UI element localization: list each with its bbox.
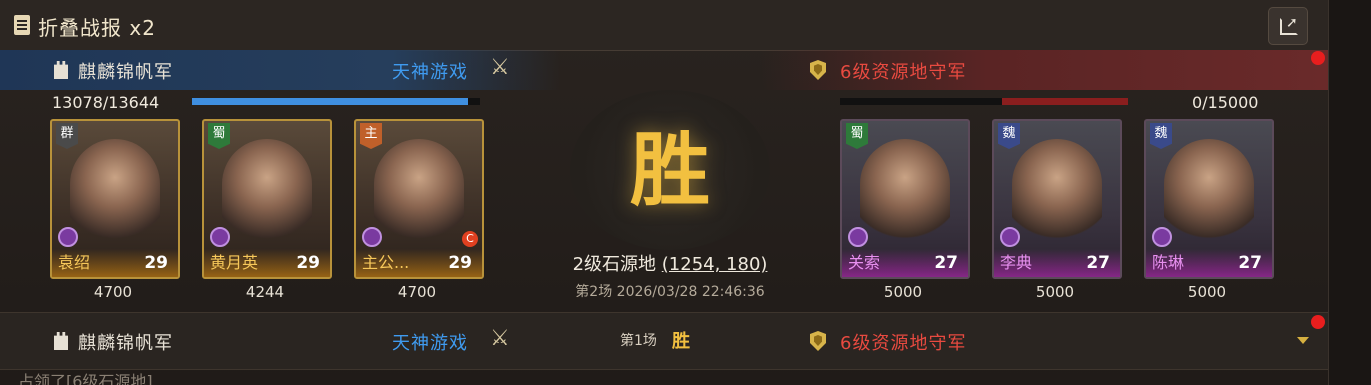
battle-report-2[interactable]: 麒麟锦帆军 天神游戏 ⚔ 第1场 胜 6级资源地守军 [0, 312, 1328, 370]
hero-portrait [374, 139, 464, 249]
hero-level: 27 [1086, 253, 1110, 273]
defender-army-name: 6级资源地守军 [840, 333, 967, 354]
attacker-troop-bar [192, 98, 480, 105]
hero-card-attacker-1[interactable]: 群 袁绍 29 [50, 119, 180, 279]
hero-name: 李典 [1000, 253, 1033, 272]
battle-result: 胜 [630, 123, 710, 217]
battle-report-panel: 折叠战报 x2 ➚ 麒麟锦帆军 天神游戏 ⚔ 6级资源地守军 13078/136… [0, 0, 1329, 385]
skill-icon [58, 227, 78, 247]
faction-badge: 蜀 [208, 123, 230, 149]
battle-datetime: 2026/03/28 22:46:36 [616, 284, 765, 300]
attacker-player-name[interactable]: 天神游戏 [392, 329, 468, 355]
attacker-troop-bar-fill [192, 98, 469, 105]
shield-icon [810, 331, 826, 351]
castle-icon [54, 332, 68, 350]
hero-troops: 5000 [1187, 283, 1227, 301]
match-info: 第2场 2026/03/28 22:46:36 [520, 281, 820, 301]
hero-portrait [70, 139, 160, 249]
report-list-icon [14, 15, 30, 35]
attacker-army-name: 麒麟锦帆军 [78, 62, 173, 83]
battle-result: 胜 [672, 331, 690, 352]
hero-card-defender-2[interactable]: 魏 李典 27 [992, 119, 1122, 279]
defender-army-name: 6级资源地守军 [840, 62, 967, 83]
faction-badge: 群 [56, 123, 78, 149]
defender-troop-bar [840, 98, 1128, 105]
match-label: 第2场 [575, 284, 613, 300]
defender-troop-bar-loss [1002, 98, 1128, 105]
hero-name: 关索 [848, 253, 881, 272]
attacker-troops: 13078/13644 [52, 93, 160, 112]
faction-badge: 主 [360, 123, 382, 149]
location-coords-link[interactable]: (1254, 180) [662, 254, 768, 275]
skill-icon [210, 227, 230, 247]
skill-icon [848, 227, 868, 247]
report-title: 折叠战报 x2 [38, 16, 156, 40]
hero-level: 27 [934, 253, 958, 273]
match-label: 第1场 [620, 333, 657, 349]
crossed-swords-icon: ⚔ [490, 55, 510, 80]
defender-troops: 0/15000 [1192, 93, 1259, 112]
hero-card-defender-1[interactable]: 蜀 关索 27 [840, 119, 970, 279]
location-name: 2级石源地 [572, 254, 657, 275]
next-report-peek: 占领了[6级石源地] [18, 372, 153, 385]
hero-troops: 5000 [883, 283, 923, 301]
hero-name: 袁绍 [58, 253, 91, 272]
battle-report-1[interactable]: 麒麟锦帆军 天神游戏 ⚔ 6级资源地守军 13078/13644 0/15000… [0, 50, 1328, 312]
hero-level: 29 [296, 253, 320, 273]
faction-badge: 魏 [1150, 123, 1172, 149]
share-export-icon: ➚ [1286, 15, 1298, 31]
hero-portrait [860, 139, 950, 249]
hero-name: 黄月英 [210, 253, 259, 272]
report-titlebar: 折叠战报 x2 ➚ [0, 0, 1328, 51]
battle-location[interactable]: 2级石源地 (1254, 180) [520, 250, 820, 276]
hero-troops: 4700 [93, 283, 133, 301]
hero-name: 主公... [362, 253, 410, 272]
skill-icon [1152, 227, 1172, 247]
attacker-player-name[interactable]: 天神游戏 [392, 58, 468, 84]
hero-name: 陈琳 [1152, 253, 1185, 272]
hero-troops: 4700 [397, 283, 437, 301]
share-button[interactable]: ➚ [1268, 7, 1308, 45]
hero-portrait [222, 139, 312, 249]
hero-card-defender-3[interactable]: 魏 陈琳 27 [1144, 119, 1274, 279]
skill-icon [1000, 227, 1020, 247]
hero-card-attacker-3[interactable]: 主 C 主公... 29 [354, 119, 484, 279]
skill-icon [362, 227, 382, 247]
hero-level: 29 [144, 253, 168, 273]
command-badge-icon: C [462, 231, 478, 247]
hero-card-attacker-2[interactable]: 蜀 黄月英 29 [202, 119, 332, 279]
hero-portrait [1164, 139, 1254, 249]
expand-chevron-icon[interactable] [1297, 337, 1309, 344]
faction-badge: 蜀 [846, 123, 868, 149]
notification-dot [1311, 51, 1325, 65]
hero-level: 27 [1238, 253, 1262, 273]
hero-portrait [1012, 139, 1102, 249]
hero-troops: 4244 [245, 283, 285, 301]
attacker-army-name: 麒麟锦帆军 [78, 333, 173, 354]
hero-level: 29 [448, 253, 472, 273]
faction-badge: 魏 [998, 123, 1020, 149]
hero-troops: 5000 [1035, 283, 1075, 301]
notification-dot [1311, 315, 1325, 329]
crossed-swords-icon: ⚔ [490, 326, 510, 351]
